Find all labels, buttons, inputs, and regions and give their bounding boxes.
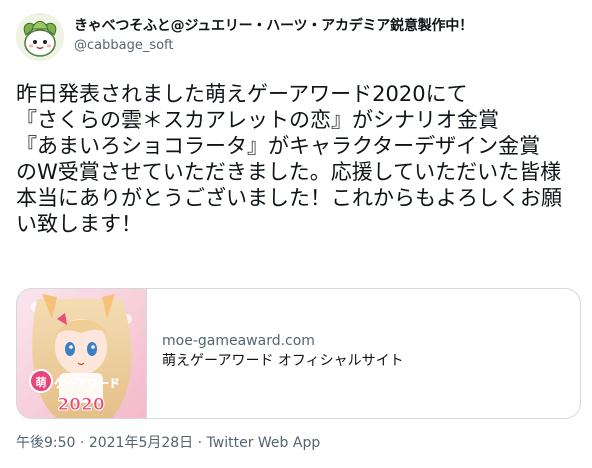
display-name[interactable]: きゃべつそふと@ジュエリー・ハーツ・アカデミア鋭意製作中！: [74, 17, 574, 36]
card-thumbnail[interactable]: 萌 ゲーアワード 2020: [17, 289, 147, 418]
tweet-text: 昨日発表されました萌えゲーアワード2020にて 『さくらの雲＊スカアレットの恋』…: [16, 82, 562, 236]
user-name-block[interactable]: きゃべつそふと@ジュエリー・ハーツ・アカデミア鋭意製作中！ @cabbage_s…: [74, 17, 574, 56]
svg-text:萌: 萌: [36, 375, 47, 389]
avatar[interactable]: [16, 13, 64, 61]
tweet-time[interactable]: 午後9:50: [16, 435, 75, 451]
tweet-date[interactable]: 2021年5月28日: [89, 435, 193, 451]
meta-separator: ·: [193, 435, 207, 451]
tweet-header: きゃべつそふと@ジュエリー・ハーツ・アカデミア鋭意製作中！ @cabbage_s…: [16, 13, 576, 61]
card-domain: moe-gameaward.com: [162, 333, 315, 349]
card-info[interactable]: moe-gameaward.com 萌えゲーアワード オフィシャルサイト: [162, 331, 562, 371]
moe-game-award-thumbnail-image: 萌 ゲーアワード 2020: [17, 289, 146, 418]
link-card[interactable]: 萌 ゲーアワード 2020 moe-gameaward.com 萌えゲーアワード…: [16, 288, 581, 419]
svg-text:2020: 2020: [57, 395, 104, 415]
svg-text:ゲーアワード: ゲーアワード: [54, 376, 120, 390]
tweet-meta: 午後9:50 · 2021年5月28日 · Twitter Web App: [16, 433, 320, 453]
card-title: 萌えゲーアワード オフィシャルサイト: [162, 353, 404, 369]
tweet-source[interactable]: Twitter Web App: [207, 435, 321, 451]
tweet: きゃべつそふと@ジュエリー・ハーツ・アカデミア鋭意製作中！ @cabbage_s…: [0, 0, 592, 468]
user-handle[interactable]: @cabbage_soft: [74, 36, 574, 56]
meta-separator: ·: [75, 435, 89, 451]
cabbage-mascot-icon: [16, 13, 64, 61]
